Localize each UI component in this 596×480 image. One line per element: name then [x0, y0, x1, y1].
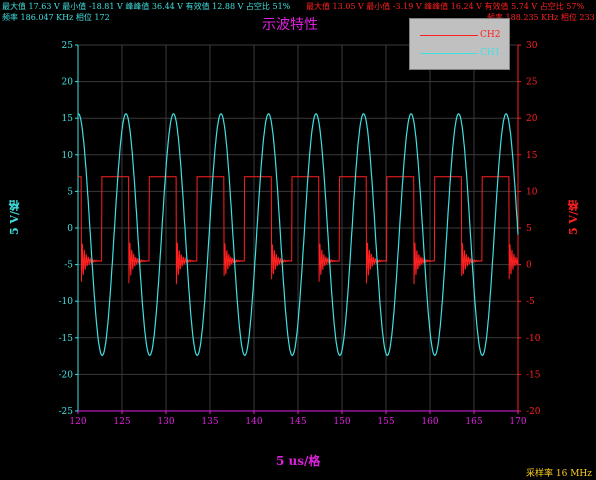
y-axis-right-label: 5 V/格: [567, 200, 580, 236]
x-tick-label: 150: [333, 417, 350, 427]
y-right-tick-label: -5: [526, 297, 535, 307]
y-right-tick-label: -10: [526, 334, 541, 344]
x-tick-label: 170: [509, 417, 526, 427]
legend-box: CH2 CH1: [409, 18, 510, 70]
legend-label-ch1: CH1: [480, 48, 501, 58]
legend-item-ch2: CH2: [416, 30, 506, 42]
y-left-tick-label: 25: [62, 41, 74, 51]
y-right-tick-label: 10: [526, 187, 538, 197]
y-left-tick-label: 10: [62, 151, 74, 161]
x-tick-label: 155: [377, 417, 394, 427]
y-right-tick-label: -15: [526, 370, 541, 380]
x-tick-label: 130: [157, 417, 174, 427]
x-tick-label: 145: [289, 417, 306, 427]
y-right-tick-label: 25: [526, 78, 538, 88]
legend-swatch-ch2: [420, 35, 478, 36]
y-right-tick-label: 0: [526, 261, 532, 271]
plot-title: 示波特性: [262, 17, 318, 33]
y-left-tick-label: -20: [59, 370, 74, 380]
y-right-tick-label: 30: [526, 41, 538, 51]
y-left-tick-label: -25: [59, 407, 74, 417]
sample-rate-label: 采样率 16 MHz: [526, 469, 592, 479]
x-tick-label: 165: [465, 417, 482, 427]
y-axis-left-label: 5 V/格: [8, 200, 21, 236]
legend-item-ch1: CH1: [416, 48, 506, 60]
y-left-tick-label: -10: [59, 297, 74, 307]
x-tick-label: 120: [69, 417, 86, 427]
x-tick-label: 125: [113, 417, 130, 427]
legend-swatch-ch1: [420, 53, 478, 54]
y-right-tick-label: 5: [526, 224, 532, 234]
y-left-tick-label: 5: [67, 187, 73, 197]
x-tick-label: 140: [245, 417, 262, 427]
x-tick-label: 135: [201, 417, 218, 427]
oscilloscope-plot: 120 125 130 135 140 145 150 155 160 165 1702520151…: [59, 41, 541, 427]
legend-label-ch2: CH2: [480, 30, 501, 40]
x-tick-label: 160: [421, 417, 438, 427]
y-left-tick-label: 20: [62, 78, 74, 88]
y-left-tick-label: 0: [67, 224, 73, 234]
y-right-tick-label: 15: [526, 151, 538, 161]
x-axis-label: 5 us/格: [276, 454, 321, 468]
y-left-tick-label: 15: [62, 114, 74, 124]
y-right-tick-label: 20: [526, 114, 538, 124]
y-left-tick-label: -15: [59, 334, 74, 344]
y-right-tick-label: -20: [526, 407, 541, 417]
y-left-tick-label: -5: [64, 261, 73, 271]
